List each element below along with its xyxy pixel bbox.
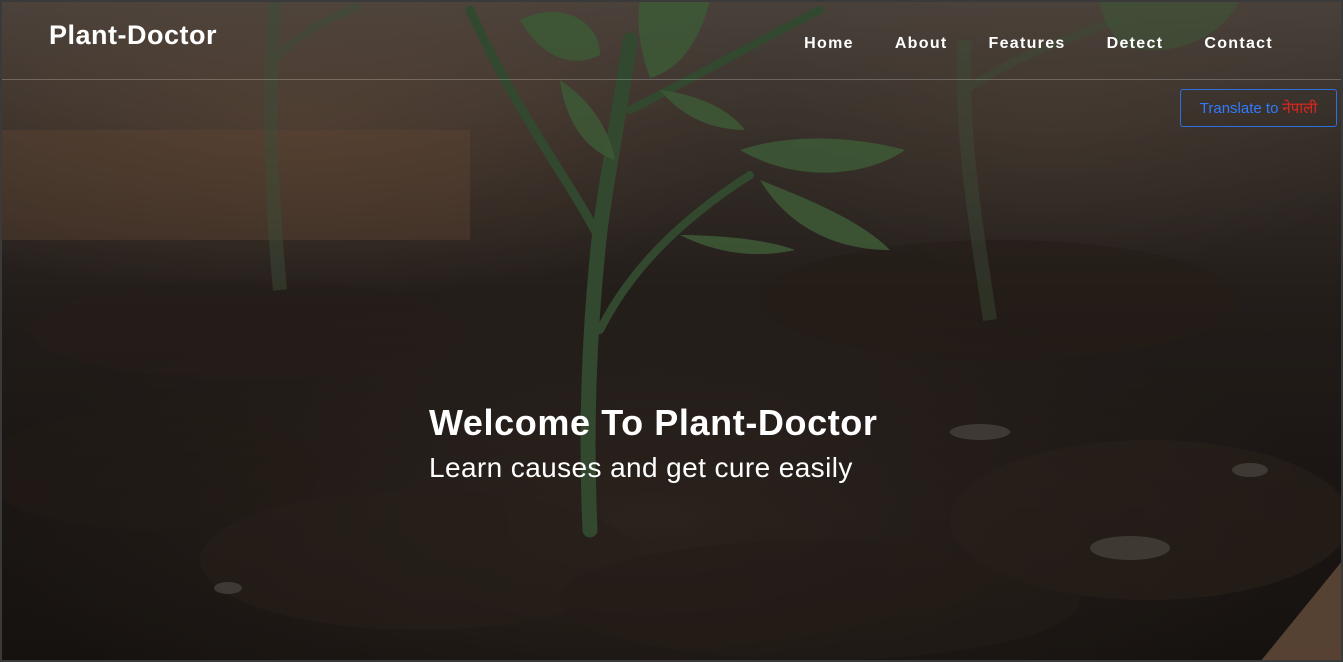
- hero-subtitle: Learn causes and get cure easily: [429, 452, 853, 483]
- nav-link-features[interactable]: Features: [989, 35, 1066, 53]
- nav-link-about[interactable]: About: [895, 35, 948, 53]
- translate-button-language: नेपाली: [1282, 100, 1318, 117]
- translate-button-label: Translate to: [1199, 99, 1279, 117]
- dark-overlay: [0, 0, 1343, 662]
- nav-link-home[interactable]: Home: [804, 35, 854, 53]
- nav-link-contact[interactable]: Contact: [1204, 35, 1273, 53]
- translate-button[interactable]: Translate to नेपाली: [1180, 89, 1337, 127]
- brand-logo[interactable]: Plant-Doctor: [49, 20, 217, 51]
- top-navbar: Plant-Doctor Home About Features Detect …: [0, 0, 1343, 80]
- hero-text-block: Welcome To Plant-Doctor Learn causes and…: [429, 402, 878, 484]
- nav-links: Home About Features Detect Contact: [804, 35, 1273, 53]
- hero-background: [0, 0, 1343, 662]
- hero-title: Welcome To Plant-Doctor: [429, 402, 878, 443]
- nav-link-detect[interactable]: Detect: [1107, 35, 1164, 53]
